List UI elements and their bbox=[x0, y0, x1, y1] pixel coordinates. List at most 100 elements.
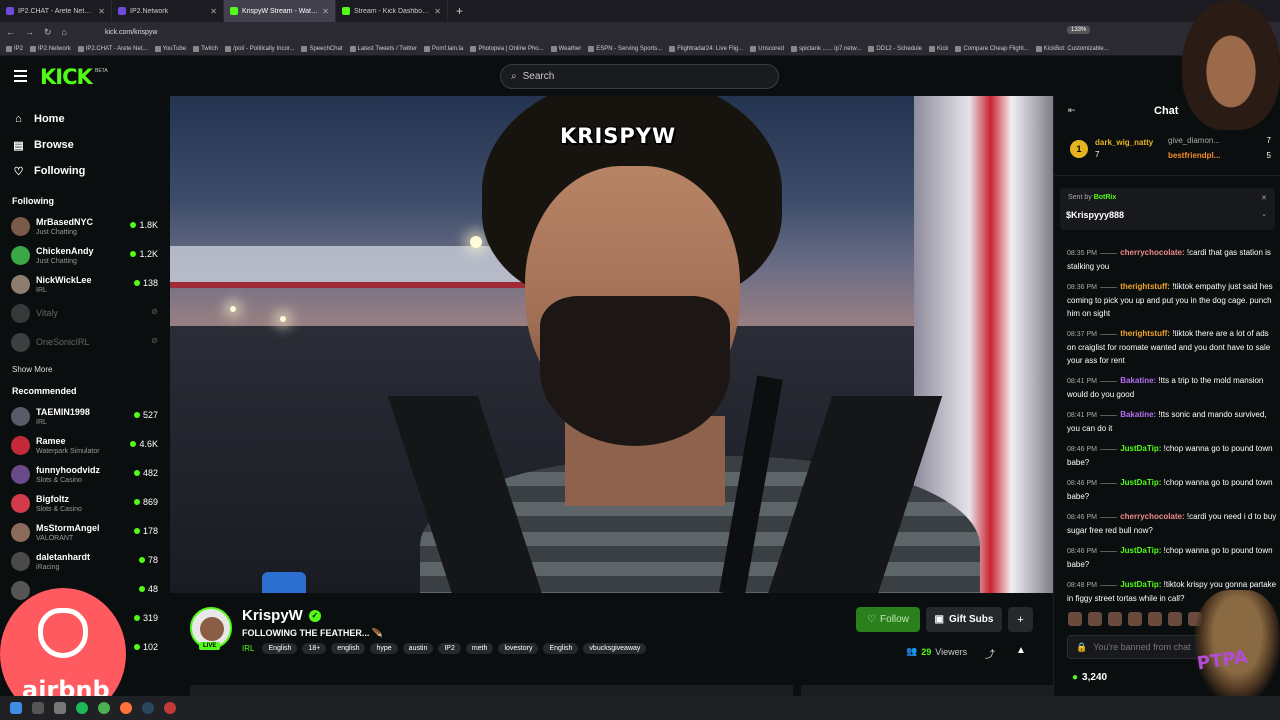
bookmark-item[interactable]: spictank ...... ip7.netw... bbox=[790, 45, 861, 52]
new-tab-button[interactable]: + bbox=[448, 4, 471, 18]
chat-username[interactable]: Bakatine: bbox=[1120, 410, 1156, 419]
streamer-name[interactable]: KrispyW ✓ bbox=[242, 607, 321, 624]
tag-chip[interactable]: IP2 bbox=[438, 643, 461, 654]
bookmark-item[interactable]: IP2.CHAT - Arete Net... bbox=[77, 45, 148, 52]
browser-tab[interactable]: KrispyW Stream - Watch Li ✕ bbox=[224, 0, 336, 22]
chat-username[interactable]: JustDaTip: bbox=[1120, 478, 1161, 487]
bookmark-item[interactable]: SpeechChat bbox=[301, 45, 343, 52]
emote-icon[interactable] bbox=[1128, 612, 1142, 626]
share-icon[interactable]: ⤴ bbox=[985, 646, 995, 661]
channel-item[interactable]: MrBasedNYC Just Chatting 1.8K bbox=[0, 212, 170, 241]
channel-item[interactable]: Bigfoltz Slots & Casino 869 bbox=[0, 489, 170, 518]
bookmark-item[interactable]: Unscored bbox=[750, 45, 784, 52]
tag-chip[interactable]: meth bbox=[465, 643, 494, 654]
tag-chip[interactable]: 18+ bbox=[302, 643, 327, 654]
steam-icon[interactable] bbox=[142, 702, 154, 714]
spotify-icon[interactable] bbox=[76, 702, 88, 714]
bookmark-item[interactable]: Photopea | Online Pho... bbox=[470, 45, 544, 52]
browser-tab[interactable]: Stream - Kick Dashboard ✕ bbox=[336, 0, 448, 22]
gifter-name[interactable]: give_diamon... bbox=[1168, 136, 1220, 145]
close-icon[interactable]: ✕ bbox=[322, 7, 329, 16]
tag-chip[interactable]: hype bbox=[370, 643, 398, 654]
emote-icon[interactable] bbox=[1068, 612, 1082, 626]
tag-chip[interactable]: austin bbox=[402, 643, 434, 654]
bookmark-item[interactable]: Kick bbox=[929, 45, 948, 52]
close-icon[interactable]: ✕ bbox=[98, 7, 105, 16]
emote-icon[interactable] bbox=[1108, 612, 1122, 626]
collapse-chat-icon[interactable]: ⇤ bbox=[1068, 105, 1076, 116]
forward-icon[interactable]: → bbox=[25, 27, 34, 37]
back-icon[interactable]: ← bbox=[6, 27, 15, 37]
bookmark-item[interactable]: IP2.Network bbox=[30, 45, 71, 52]
windows-start-icon[interactable] bbox=[10, 702, 22, 714]
bookmark-item[interactable]: IP2 bbox=[6, 45, 23, 52]
channel-points[interactable]: ● 3,240 bbox=[1072, 672, 1107, 683]
bookmark-item[interactable]: Latest Tweets / Twitter bbox=[349, 45, 417, 52]
tag-chip[interactable]: vbucksgiveaway bbox=[583, 643, 647, 654]
channel-item[interactable]: NickWickLee IRL 138 bbox=[0, 270, 170, 299]
chat-username[interactable]: JustDaTip: bbox=[1120, 580, 1161, 589]
menu-icon[interactable] bbox=[14, 70, 27, 82]
search-input[interactable]: ⌕ Search bbox=[500, 64, 779, 89]
tag-chip[interactable]: lovestory bbox=[498, 643, 539, 654]
obs-icon[interactable] bbox=[164, 702, 176, 714]
gifter-name[interactable]: bestfriendpl... bbox=[1168, 151, 1220, 160]
channel-item[interactable]: TAEMIN1998 IRL 527 bbox=[0, 402, 170, 431]
follow-button[interactable]: ♡ Follow bbox=[856, 607, 920, 632]
chat-username[interactable]: Bakatine: bbox=[1120, 376, 1156, 385]
browser-tab[interactable]: IP2.CHAT - Arete Network ✕ bbox=[0, 0, 112, 22]
nav-home[interactable]: ⌂ Home bbox=[0, 106, 170, 132]
emote-icon[interactable] bbox=[1168, 612, 1182, 626]
tag-chip[interactable]: english bbox=[331, 643, 366, 654]
chat-username[interactable]: JustDaTip: bbox=[1120, 444, 1161, 453]
bookmark-item[interactable]: Twitch bbox=[193, 45, 218, 52]
channel-item[interactable]: MsStormAngel VALORANT 178 bbox=[0, 518, 170, 547]
bookmark-item[interactable]: Pomf.lain.la bbox=[423, 45, 463, 52]
nav-following[interactable]: ♡ Following bbox=[0, 158, 170, 184]
channel-item[interactable]: funnyhoodvidz Slots & Casino 482 bbox=[0, 460, 170, 489]
bookmark-item[interactable]: DD12 - Schedule bbox=[868, 45, 922, 52]
firefox-icon[interactable] bbox=[120, 702, 132, 714]
home-icon[interactable]: ⌂ bbox=[62, 27, 67, 37]
unpin-icon[interactable]: ✕ bbox=[1261, 194, 1267, 202]
chat-username[interactable]: therightstuff: bbox=[1120, 282, 1170, 291]
pinned-message[interactable]: Sent by BotRix ✕ $Krispyyy888 ⌄ bbox=[1060, 188, 1275, 230]
channel-item[interactable]: OneSonicIRL ⊘ bbox=[0, 328, 170, 357]
kick-logo[interactable]: KICK bbox=[40, 65, 93, 89]
bookmark-item[interactable]: Compare Cheap Flight... bbox=[955, 45, 1029, 52]
category-link[interactable]: IRL bbox=[242, 644, 254, 653]
chrome-icon[interactable] bbox=[98, 702, 110, 714]
chat-username[interactable]: cherrychocolate: bbox=[1120, 248, 1184, 257]
bookmark-item[interactable]: ESPN - Serving Sports... bbox=[588, 45, 662, 52]
video-player[interactable]: KRISPYW bbox=[170, 96, 1053, 593]
channel-item[interactable]: daletanhardt iRacing 78 bbox=[0, 547, 170, 576]
chevron-down-icon[interactable]: ⌄ bbox=[1261, 210, 1267, 218]
close-icon[interactable]: ✕ bbox=[210, 7, 217, 16]
close-icon[interactable]: ✕ bbox=[434, 7, 441, 16]
address-bar[interactable]: kick.com/krispyw bbox=[105, 29, 158, 36]
chat-username[interactable]: therightstuff: bbox=[1120, 329, 1170, 338]
taskview-icon[interactable] bbox=[54, 702, 66, 714]
nav-browse[interactable]: ▤ Browse bbox=[0, 132, 170, 158]
bookmark-item[interactable]: KickBot: Customizable... bbox=[1035, 45, 1109, 52]
chat-username[interactable]: cherrychocolate: bbox=[1120, 512, 1184, 521]
channel-item[interactable]: Vitaly ⊘ bbox=[0, 299, 170, 328]
gift-subs-button[interactable]: ▣ Gift Subs bbox=[926, 607, 1002, 632]
emote-icon[interactable] bbox=[1088, 612, 1102, 626]
reload-icon[interactable]: ↻ bbox=[44, 27, 52, 38]
chat-username[interactable]: JustDaTip: bbox=[1120, 546, 1161, 555]
emote-icon[interactable] bbox=[1148, 612, 1162, 626]
bookmark-item[interactable]: YouTube bbox=[154, 45, 186, 52]
tag-chip[interactable]: English bbox=[262, 643, 298, 654]
bookmark-item[interactable]: /pol/ - Politically Incor... bbox=[225, 45, 294, 52]
report-icon[interactable]: ▲ bbox=[1016, 645, 1026, 656]
channel-item[interactable]: Ramee Waterpark Simulator 4.6K bbox=[0, 431, 170, 460]
show-more-link[interactable]: Show More bbox=[0, 365, 170, 374]
bookmark-item[interactable]: Flightradar24: Live Flig... bbox=[669, 45, 743, 52]
bookmark-item[interactable]: Weather bbox=[550, 45, 581, 52]
tag-chip[interactable]: English bbox=[543, 643, 579, 654]
channel-item[interactable]: ChickenAndy Just Chatting 1.2K bbox=[0, 241, 170, 270]
gifter-name[interactable]: dark_wig_natty bbox=[1095, 138, 1153, 147]
sub-more-button[interactable]: + bbox=[1008, 607, 1033, 632]
zoom-level[interactable]: 133% bbox=[1067, 26, 1091, 34]
